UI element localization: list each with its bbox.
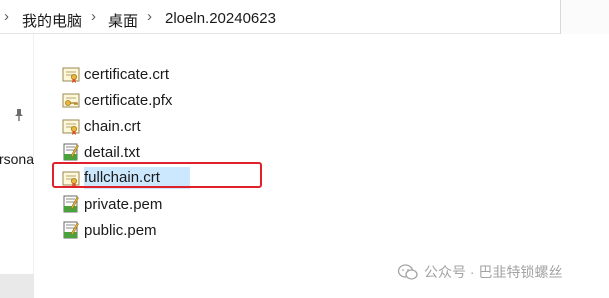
watermark: 公众号 · 巴韭特锁螺丝	[398, 262, 562, 282]
text-file-icon	[63, 195, 79, 213]
file-name: private.pem	[84, 195, 163, 213]
breadcrumb-separator[interactable]: ›	[147, 8, 152, 25]
certificate-icon	[62, 67, 80, 83]
watermark-text: 公众号 · 巴韭特锁螺丝	[424, 264, 563, 280]
file-row-certificate-crt[interactable]: certificate.crt	[55, 62, 255, 86]
annotation-highlight-box	[52, 162, 262, 188]
certificate-icon	[62, 119, 80, 135]
text-file-icon	[63, 143, 79, 161]
file-row-public-pem[interactable]: public.pem	[55, 218, 255, 242]
nav-item-label[interactable]: rsona	[0, 151, 34, 167]
file-row-chain-crt[interactable]: chain.crt	[55, 114, 255, 138]
search-input[interactable]	[560, 0, 609, 34]
address-bar[interactable]: › 我的电脑 › 桌面 › 2loeln.20240623	[0, 0, 609, 34]
file-name: public.pem	[84, 221, 157, 239]
file-name: certificate.pfx	[84, 91, 173, 109]
nav-pane-footer	[0, 274, 34, 298]
breadcrumb-item-folder[interactable]: 2loeln.20240623	[165, 10, 276, 27]
pfx-certificate-icon	[62, 93, 80, 108]
breadcrumb-separator[interactable]: ›	[91, 8, 96, 25]
wechat-icon	[398, 263, 418, 280]
breadcrumb-item-desktop[interactable]: 桌面	[108, 10, 138, 31]
chevron-right-icon[interactable]: ›	[4, 8, 9, 25]
file-row-certificate-pfx[interactable]: certificate.pfx	[55, 88, 255, 112]
file-name: certificate.crt	[84, 65, 170, 83]
text-file-icon	[63, 221, 79, 239]
breadcrumb-item-my-computer[interactable]: 我的电脑	[22, 10, 82, 31]
navigation-pane[interactable]: rsona	[0, 34, 34, 298]
file-row-detail-txt[interactable]: detail.txt	[55, 140, 255, 164]
file-name: detail.txt	[84, 143, 140, 161]
file-name: chain.crt	[84, 117, 141, 135]
file-row-private-pem[interactable]: private.pem	[55, 192, 255, 216]
pin-icon[interactable]	[13, 108, 25, 127]
